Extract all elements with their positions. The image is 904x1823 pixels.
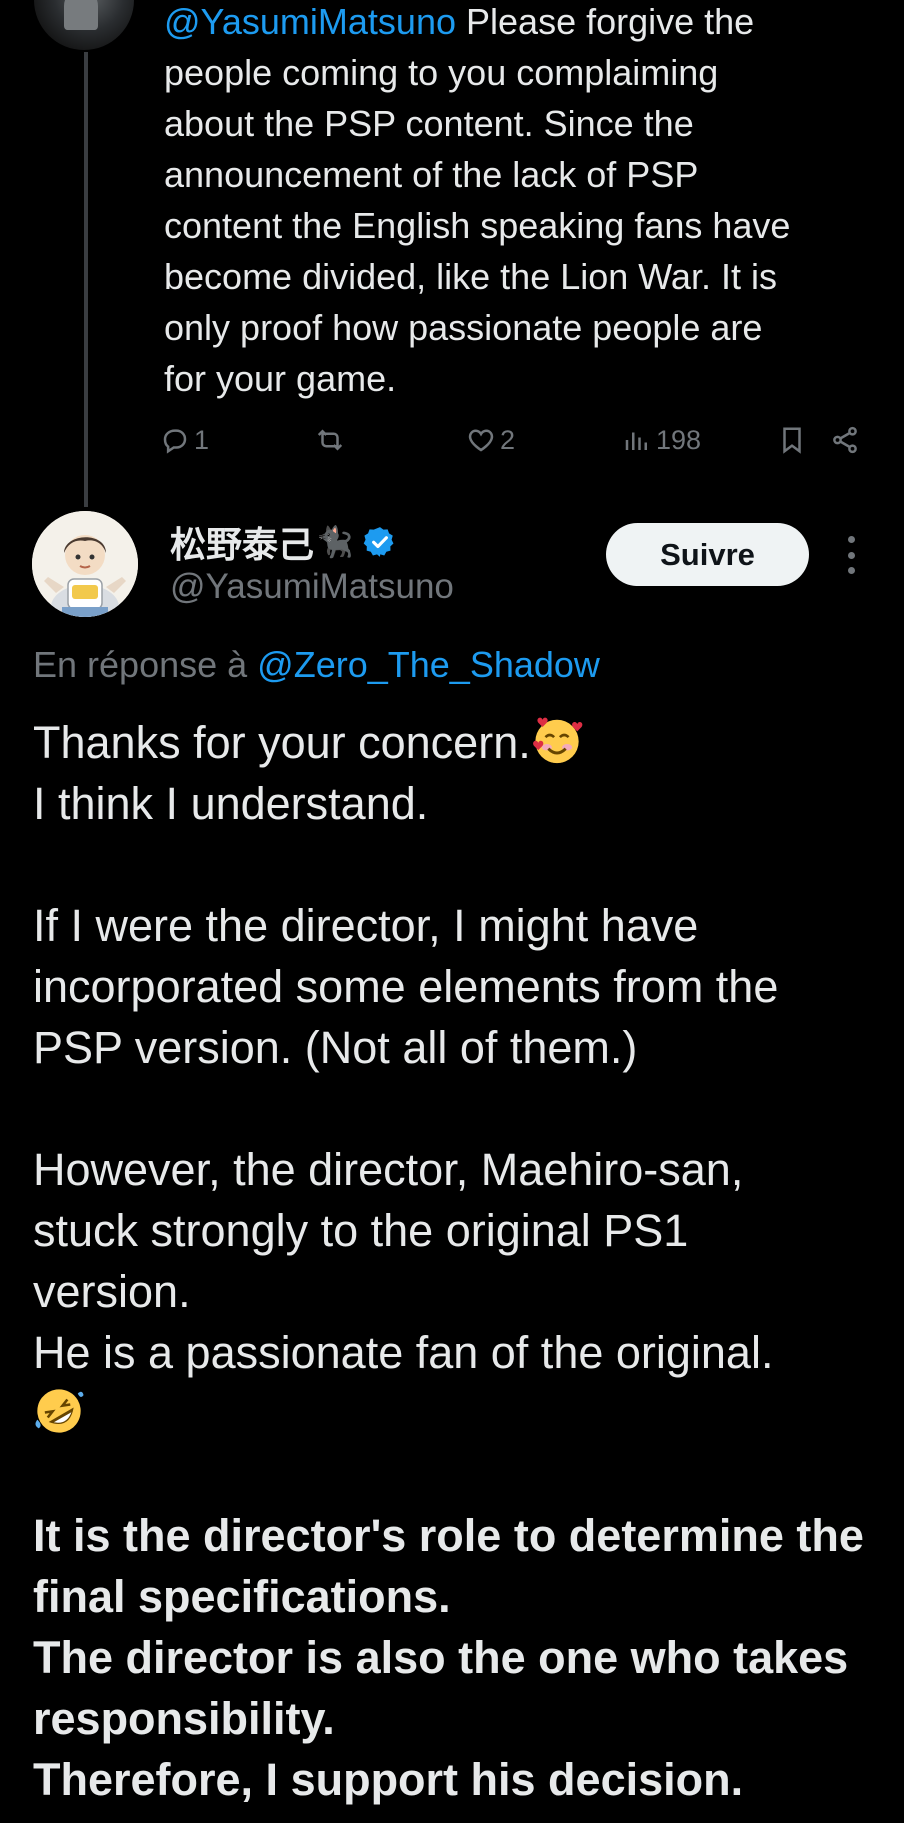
- display-name-text: 松野泰己: [170, 524, 315, 565]
- tweet-line: He is a passionate fan of the original.: [33, 1327, 774, 1378]
- display-name[interactable]: 松野泰己 🐈‍⬛: [170, 519, 397, 565]
- tweet-line: version.: [33, 1266, 191, 1317]
- avatar[interactable]: [32, 511, 138, 617]
- tweet-line-text: Thanks for your concern.: [33, 717, 531, 768]
- reply-context: En réponse à @Zero_The_Shadow: [33, 644, 600, 686]
- mention-link[interactable]: @YasumiMatsuno: [164, 1, 456, 42]
- tweet-text-line: for your game.: [164, 358, 397, 399]
- tweet-line: It is the director's role to determine t…: [33, 1510, 864, 1561]
- tweet-line: Thanks for your concern.: [33, 712, 893, 773]
- views-button[interactable]: 198: [622, 420, 701, 460]
- tweet-line: [33, 1383, 893, 1444]
- previous-tweet-text: @YasumiMatsuno Please forgive the people…: [164, 0, 884, 404]
- tweet-line: The director is also the one who takes: [33, 1632, 849, 1683]
- reply-mention-link[interactable]: @Zero_The_Shadow: [257, 644, 600, 685]
- tweet-body: Thanks for your concern. I think I under…: [33, 712, 893, 1810]
- heart-icon: [468, 429, 494, 452]
- reply-count: 1: [194, 424, 210, 455]
- views-count: 198: [656, 424, 702, 455]
- tweet-text-line: Please forgive the: [466, 1, 755, 42]
- tweet-actions-bar: 1 2 198: [160, 420, 860, 460]
- tweet-line: PSP version. (Not all of them.): [33, 1022, 638, 1073]
- share-icon: [833, 426, 857, 454]
- more-options-icon[interactable]: [836, 532, 866, 578]
- black-cat-emoji: 🐈‍⬛: [316, 525, 354, 559]
- reply-prefix: En réponse à: [33, 644, 248, 685]
- bookmark-button[interactable]: [777, 420, 807, 460]
- tweet-text-line: about the PSP content. Since the: [164, 103, 694, 144]
- tweet-text-line: announcement of the lack of PSP: [164, 154, 699, 195]
- reply-icon: [163, 429, 187, 454]
- user-handle[interactable]: @YasumiMatsuno: [170, 567, 454, 607]
- rolling-on-floor-laughing-emoji: [35, 1389, 84, 1433]
- tweet-line: stuck strongly to the original PS1: [33, 1205, 689, 1256]
- like-count: 2: [500, 424, 516, 455]
- tweet-text-line: content the English speaking fans have: [164, 205, 791, 246]
- share-button[interactable]: [830, 420, 860, 460]
- tweet-line: final specifications.: [33, 1571, 451, 1622]
- tweet-text-line: people coming to you complaiming: [164, 52, 719, 93]
- reply-button[interactable]: 1: [160, 420, 209, 460]
- thread-connector-line: [84, 52, 88, 507]
- tweet-line: incorporated some elements from the: [33, 961, 779, 1012]
- views-icon: [625, 432, 647, 450]
- follow-button[interactable]: Suivre: [606, 523, 809, 586]
- verified-badge-icon: [364, 527, 394, 557]
- tweet-line: If I were the director, I might have: [33, 900, 699, 951]
- tweet-line: However, the director, Maehiro-san,: [33, 1144, 744, 1195]
- tweet-line: I think I understand.: [33, 778, 429, 829]
- avatar[interactable]: [34, 0, 134, 50]
- avatar-illustration: [32, 511, 138, 617]
- tweet-line: responsibility.: [33, 1693, 335, 1744]
- retweet-button[interactable]: [315, 420, 345, 460]
- smiling-face-with-hearts-emoji: [532, 717, 583, 764]
- bookmark-icon: [783, 427, 801, 454]
- retweet-icon: [317, 429, 343, 451]
- like-button[interactable]: 2: [466, 420, 515, 460]
- tweet-text-line: only proof how passionate people are: [164, 307, 763, 348]
- tweet-line: Therefore, I support his decision.: [33, 1754, 744, 1805]
- tweet-text-line: become divided, like the Lion War. It is: [164, 256, 777, 297]
